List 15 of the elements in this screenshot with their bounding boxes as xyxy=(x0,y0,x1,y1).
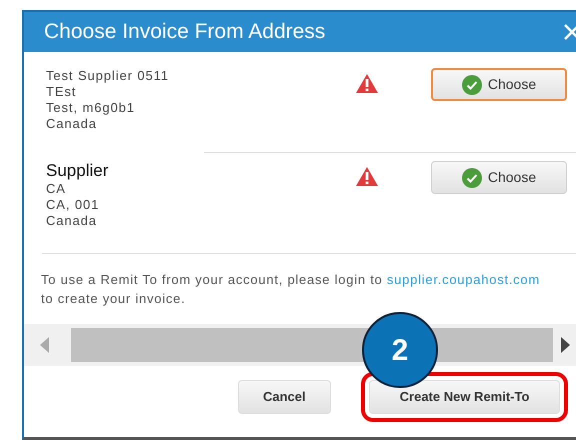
address-name: Test Supplier 0511 xyxy=(46,68,170,84)
choose-button[interactable]: Choose xyxy=(431,68,567,101)
address-line: Canada xyxy=(46,213,98,229)
address-line: Test, m6g0b1 xyxy=(46,100,136,116)
step-number-tooltip: 2 xyxy=(362,312,438,388)
dialog-title: Choose Invoice From Address xyxy=(44,19,326,46)
cancel-button[interactable]: Cancel xyxy=(238,380,331,414)
address-line: Canada xyxy=(46,116,98,132)
note-text: to create your invoice. xyxy=(41,290,186,308)
choose-button[interactable]: Choose xyxy=(431,161,567,194)
address-line: CA, 001 xyxy=(46,197,100,213)
note-text: To use a Remit To from your account, please login to supplier.coupahost.com xyxy=(41,271,541,289)
address-name: Supplier xyxy=(46,161,110,181)
address-line: CA xyxy=(46,181,67,197)
address-line: TEst xyxy=(46,84,78,100)
